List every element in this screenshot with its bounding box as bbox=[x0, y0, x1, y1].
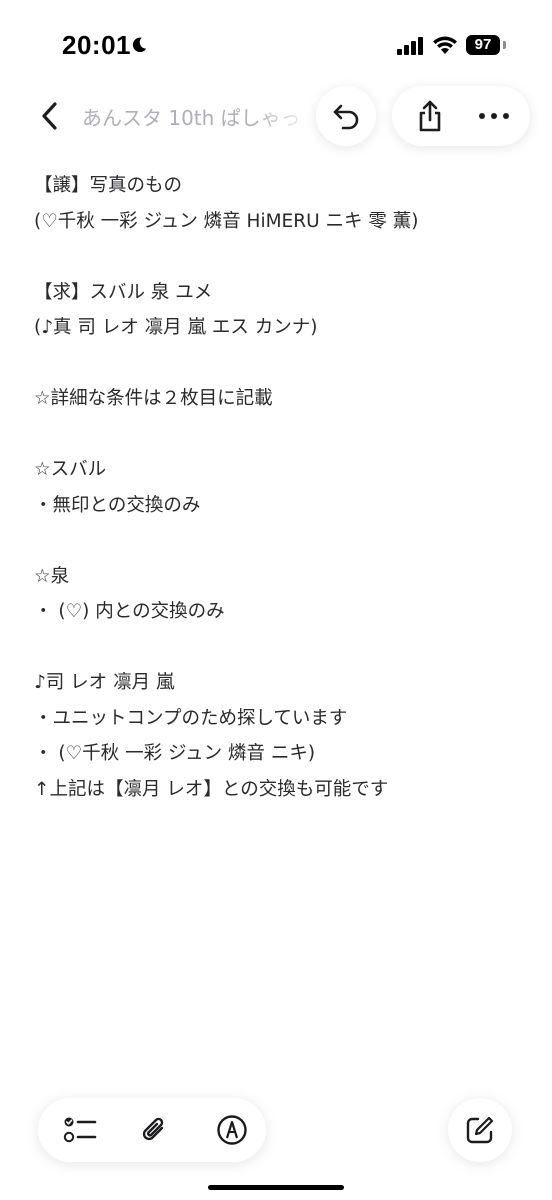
status-bar: 20:01 97 bbox=[0, 0, 552, 80]
share-icon bbox=[419, 100, 441, 132]
note-line bbox=[34, 630, 534, 666]
note-line bbox=[34, 523, 534, 559]
note-line: 【求】スバル 泉 ユメ bbox=[34, 281, 213, 303]
actions-pill bbox=[392, 86, 530, 146]
home-indicator[interactable] bbox=[208, 1185, 344, 1190]
chevron-left-icon bbox=[42, 102, 57, 130]
note-line: ☆スバル bbox=[34, 459, 107, 480]
note-line bbox=[34, 239, 534, 275]
ellipsis-icon bbox=[479, 113, 509, 119]
title-fade bbox=[255, 86, 315, 146]
attachment-button[interactable] bbox=[126, 1098, 182, 1162]
note-line: ☆泉 bbox=[34, 565, 70, 587]
checklist-button[interactable] bbox=[52, 1098, 108, 1162]
note-line: ・ユニットコンプのため探しています bbox=[34, 707, 348, 729]
battery-tip bbox=[503, 41, 506, 49]
note-line: ・無印との交換のみ bbox=[34, 494, 201, 516]
markup-button[interactable] bbox=[204, 1098, 260, 1162]
note-body[interactable]: 【譲】写真のもの (♡千秋 一彩 ジュン 燐音 HiMERU ニキ 零 薫) 【… bbox=[34, 168, 534, 807]
notes-screen: 20:01 97 あんスタ 10th ぱしゃっ 【譲】写真のもの (♡千秋 一彩… bbox=[0, 0, 552, 1200]
note-line: ・ (♡千秋 一彩 ジュン 燐音 ニキ) bbox=[34, 743, 316, 764]
more-button[interactable] bbox=[466, 86, 522, 146]
undo-button[interactable] bbox=[316, 86, 376, 146]
paperclip-icon bbox=[142, 1117, 164, 1141]
undo-icon bbox=[333, 104, 359, 130]
wifi-icon bbox=[433, 36, 457, 54]
checklist-icon bbox=[63, 1117, 97, 1143]
note-line: ・ (♡) 内との交換のみ bbox=[34, 601, 225, 622]
bottom-toolbar bbox=[38, 1098, 266, 1162]
note-line: 【譲】写真のもの bbox=[34, 175, 183, 196]
note-line: ↑上記は【凛月 レオ】との交換も可能です bbox=[34, 778, 389, 800]
markup-pen-icon bbox=[217, 1115, 247, 1145]
status-time: 20:01 bbox=[62, 30, 131, 60]
cellular-signal-icon bbox=[397, 37, 423, 55]
note-line bbox=[34, 346, 534, 382]
note-line bbox=[34, 417, 534, 453]
back-button[interactable] bbox=[22, 86, 78, 146]
note-line: (♡千秋 一彩 ジュン 燐音 HiMERU ニキ 零 薫) bbox=[34, 210, 419, 232]
compose-icon bbox=[466, 1116, 494, 1144]
battery-icon: 97 bbox=[466, 35, 500, 55]
note-line: ♪司 レオ 凛月 嵐 bbox=[34, 672, 175, 693]
compose-button[interactable] bbox=[448, 1098, 512, 1162]
note-line: (♪真 司 レオ 凛月 嵐 エス カンナ) bbox=[34, 317, 318, 338]
top-toolbar: あんスタ 10th ぱしゃっ bbox=[0, 86, 552, 150]
note-line: ☆詳細な条件は２枚目に記載 bbox=[34, 388, 273, 409]
moon-icon bbox=[132, 37, 147, 53]
share-button[interactable] bbox=[402, 86, 458, 146]
